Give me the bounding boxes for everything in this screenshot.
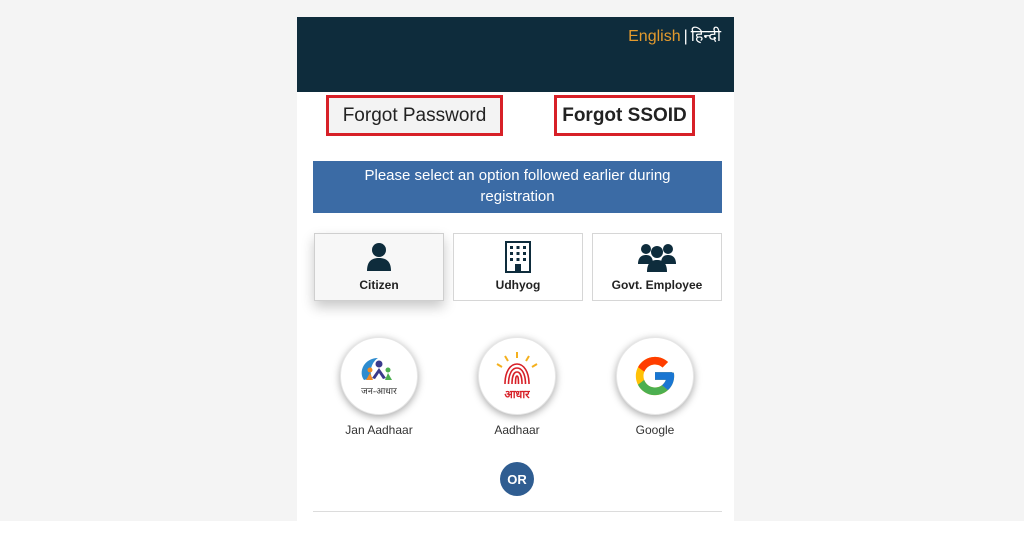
person-icon xyxy=(366,242,392,272)
aadhaar-button[interactable]: आधार xyxy=(478,337,556,415)
instruction-line-1: Please select an option followed earlier… xyxy=(364,167,671,184)
option-citizen[interactable]: Citizen xyxy=(314,233,444,301)
jan-aadhaar-label: Jan Aadhaar xyxy=(345,423,413,437)
jan-aadhaar-logo-text: जन-आधार xyxy=(361,387,397,397)
instruction-banner: Please select an option followed earlier… xyxy=(313,161,722,213)
aadhaar-logo-text: आधार xyxy=(504,388,530,401)
google-login: Google xyxy=(610,337,700,437)
page-bottom-band xyxy=(0,521,1024,539)
option-udhyog-label: Udhyog xyxy=(495,278,541,292)
option-govt-employee[interactable]: Govt. Employee xyxy=(592,233,722,301)
app-header: English | हिन्दी xyxy=(297,17,734,92)
option-udhyog[interactable]: Udhyog xyxy=(453,233,583,301)
aadhaar-label: Aadhaar xyxy=(494,423,540,437)
jan-aadhaar-button[interactable]: जन-आधार xyxy=(340,337,418,415)
bottom-divider xyxy=(313,511,722,512)
google-label: Google xyxy=(635,423,675,437)
tab-forgot-ssoid-label: Forgot SSOID xyxy=(562,104,687,126)
tab-forgot-ssoid[interactable]: Forgot SSOID xyxy=(554,95,695,136)
or-divider-badge: OR xyxy=(500,462,534,496)
aadhaar-login: आधार Aadhaar xyxy=(472,337,562,437)
language-english-link[interactable]: English xyxy=(628,28,680,45)
aadhaar-logo: आधार xyxy=(496,352,538,401)
building-icon xyxy=(505,241,531,273)
option-citizen-label: Citizen xyxy=(359,278,399,292)
jan-aadhaar-login: जन-आधार Jan Aadhaar xyxy=(334,337,424,437)
language-switcher: English | हिन्दी xyxy=(628,27,721,47)
language-separator: | xyxy=(683,28,688,45)
instruction-line-2: registration xyxy=(480,188,555,205)
mobile-screen: English | हिन्दी Forgot Password Forgot SS… xyxy=(297,17,734,521)
google-button[interactable] xyxy=(616,337,694,415)
group-icon xyxy=(638,242,676,272)
tab-forgot-password-label: Forgot Password xyxy=(342,104,487,126)
google-logo xyxy=(635,356,675,396)
tab-forgot-password[interactable]: Forgot Password xyxy=(326,95,503,136)
option-govt-employee-label: Govt. Employee xyxy=(611,278,703,292)
language-hindi-link[interactable]: हिन्दी xyxy=(691,28,721,45)
jan-aadhaar-logo: जन-आधार xyxy=(361,358,397,397)
